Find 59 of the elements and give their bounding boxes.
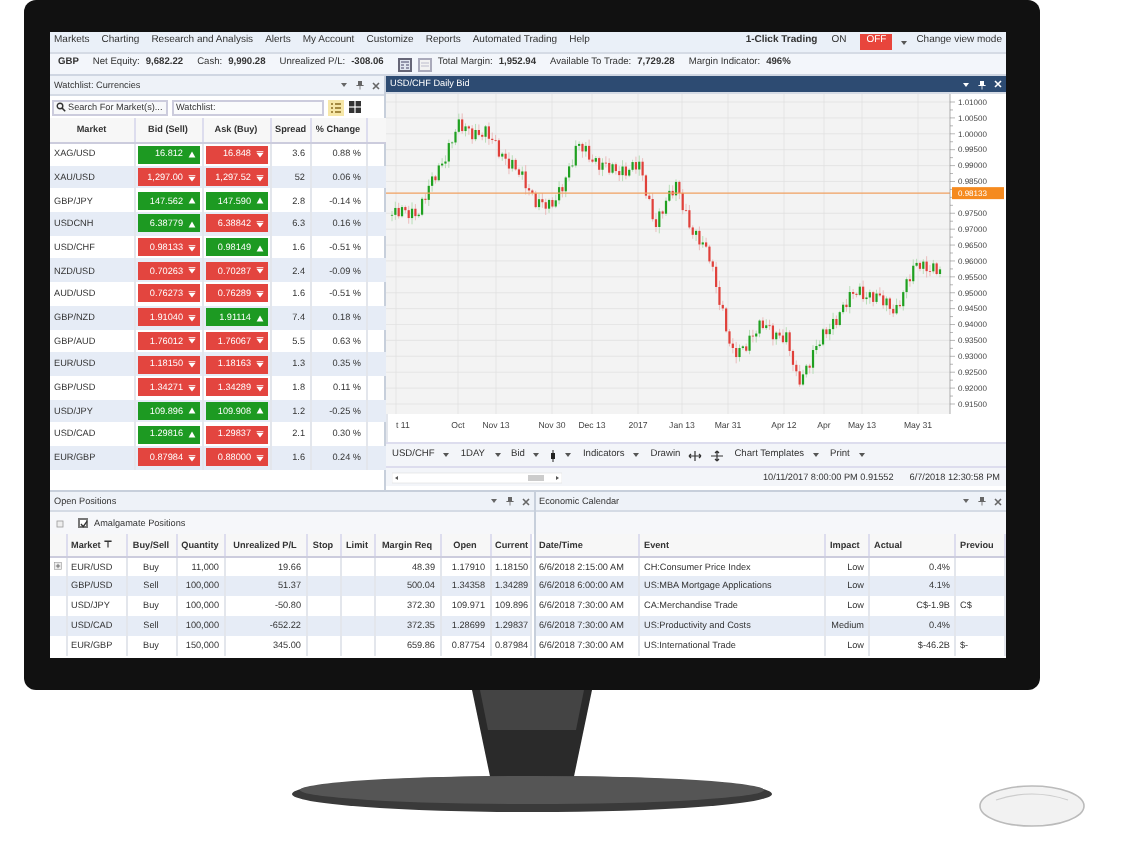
close-icon[interactable] — [372, 81, 380, 89]
pin-icon[interactable] — [356, 80, 364, 90]
caret-icon[interactable] — [493, 451, 502, 458]
caret-icon[interactable] — [812, 451, 821, 458]
down-arrow-icon — [255, 219, 263, 228]
calculator-icon[interactable] — [397, 57, 412, 71]
dropdown-icon[interactable] — [340, 82, 348, 88]
down-arrow-icon — [187, 289, 195, 298]
move-horizontal-icon[interactable] — [688, 449, 703, 461]
checkbox[interactable] — [78, 518, 88, 528]
down-arrow-icon — [187, 266, 195, 275]
down-arrow-icon — [255, 453, 263, 462]
candlestick-icon — [550, 449, 557, 461]
filter-icon[interactable] — [103, 540, 112, 549]
down-arrow-icon — [187, 313, 195, 322]
down-arrow-icon — [255, 289, 263, 298]
down-arrow-icon — [187, 243, 195, 252]
close-icon[interactable] — [521, 497, 529, 505]
up-arrow-icon — [187, 150, 195, 159]
down-arrow-icon — [255, 266, 263, 275]
up-arrow-icon — [255, 406, 263, 415]
pin-icon[interactable] — [505, 496, 513, 506]
dropdown-icon[interactable] — [962, 498, 970, 504]
caret-icon[interactable] — [564, 452, 573, 458]
dropdown-icon[interactable] — [962, 81, 970, 87]
up-arrow-icon — [255, 313, 263, 322]
down-arrow-icon — [187, 336, 195, 345]
down-arrow-icon — [255, 383, 263, 392]
dropdown-icon[interactable] — [489, 498, 497, 504]
pin-icon[interactable] — [978, 79, 986, 89]
down-arrow-icon — [255, 336, 263, 345]
pin-icon[interactable] — [978, 496, 986, 506]
move-vertical-icon[interactable] — [710, 449, 725, 461]
up-arrow-icon — [255, 243, 263, 252]
up-arrow-icon — [187, 430, 195, 439]
down-arrow-icon — [255, 430, 263, 439]
caret-icon[interactable] — [532, 451, 541, 458]
caret-icon[interactable] — [857, 451, 866, 458]
down-arrow-icon — [187, 383, 195, 392]
caret-icon[interactable] — [632, 451, 641, 458]
search-icon — [56, 102, 66, 112]
grid-view-icon[interactable] — [348, 100, 362, 114]
up-arrow-icon — [187, 406, 195, 415]
up-arrow-icon — [187, 219, 195, 228]
caret-icon[interactable] — [900, 39, 909, 45]
expand-icon[interactable] — [54, 562, 62, 571]
check-icon — [79, 519, 87, 527]
down-arrow-icon — [187, 453, 195, 462]
down-arrow-icon — [187, 360, 195, 369]
up-arrow-icon — [255, 196, 263, 205]
up-arrow-icon — [187, 196, 195, 205]
caret-icon[interactable] — [442, 451, 451, 458]
chart-type-dropdown[interactable] — [550, 449, 573, 461]
horizontal-scrollbar[interactable] — [392, 471, 562, 483]
down-arrow-icon — [255, 360, 263, 369]
down-arrow-icon — [255, 150, 263, 159]
close-icon[interactable] — [994, 497, 1002, 505]
down-arrow-icon — [187, 173, 195, 182]
down-arrow-icon — [255, 173, 263, 182]
